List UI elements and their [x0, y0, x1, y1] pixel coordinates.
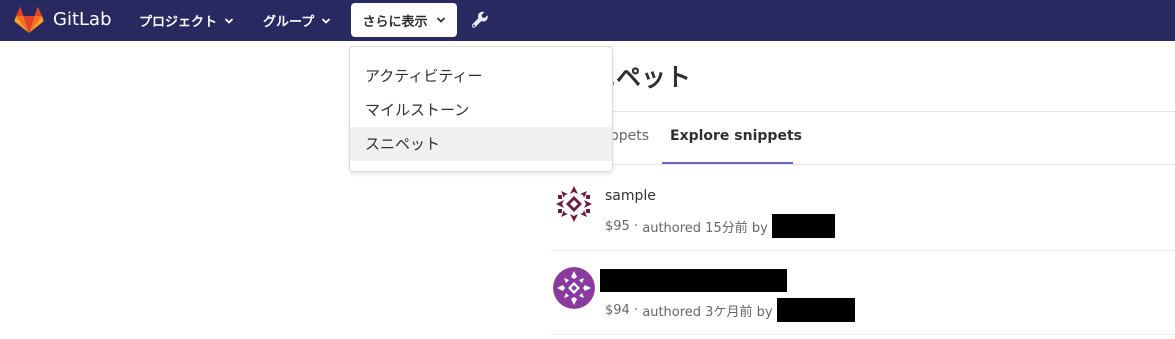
- menu-item-snippets[interactable]: スニペット: [350, 127, 612, 161]
- author-redacted[interactable]: [776, 298, 855, 322]
- top-navbar: GitLab プロジェクト グループ さらに表示: [0, 0, 1175, 41]
- menu-item-activity[interactable]: アクティビティー: [350, 59, 612, 93]
- menu-item-milestones[interactable]: マイルストーン: [350, 93, 612, 127]
- meta-separator: ·: [629, 302, 643, 318]
- snippet-title-redacted[interactable]: [600, 269, 787, 292]
- nav-groups-label: グループ: [263, 15, 315, 30]
- avatar[interactable]: [553, 183, 595, 225]
- chevron-down-icon: [224, 17, 234, 24]
- nav-more-label: さらに表示: [362, 14, 428, 30]
- divider: [551, 164, 1175, 165]
- more-dropdown-menu: アクティビティー マイルストーン スニペット: [349, 46, 613, 172]
- meta-separator: ·: [629, 218, 643, 234]
- snippet-authored: authored 3ケ月前 by: [642, 304, 773, 320]
- list-item: $94 · authored 3ケ月前 by: [551, 262, 1175, 335]
- wrench-icon[interactable]: [470, 10, 490, 30]
- snippet-id[interactable]: $94: [605, 303, 630, 318]
- snippet-title[interactable]: sample: [605, 188, 656, 204]
- avatar[interactable]: [553, 267, 595, 309]
- snippet-meta: $94 · authored 3ケ月前 by: [605, 298, 855, 322]
- snippet-authored: authored 15分前 by: [642, 220, 768, 236]
- nav-projects[interactable]: プロジェクト: [139, 0, 234, 41]
- chevron-down-icon: [436, 17, 445, 23]
- snippet-id[interactable]: $95: [605, 219, 630, 234]
- tab-explore-snippets[interactable]: Explore snippets: [670, 128, 802, 144]
- snippet-meta: $95 · authored 15分前 by: [605, 214, 835, 238]
- nav-groups[interactable]: グループ: [263, 0, 331, 41]
- nav-projects-label: プロジェクト: [139, 15, 218, 30]
- gitlab-logo[interactable]: [14, 6, 44, 34]
- list-item: sample $95 · authored 15分前 by: [551, 178, 1175, 251]
- divider: [551, 111, 1175, 112]
- chevron-down-icon: [322, 17, 331, 24]
- brand-name[interactable]: GitLab: [53, 9, 112, 31]
- nav-more-button[interactable]: さらに表示: [351, 3, 457, 37]
- author-redacted[interactable]: [771, 214, 835, 238]
